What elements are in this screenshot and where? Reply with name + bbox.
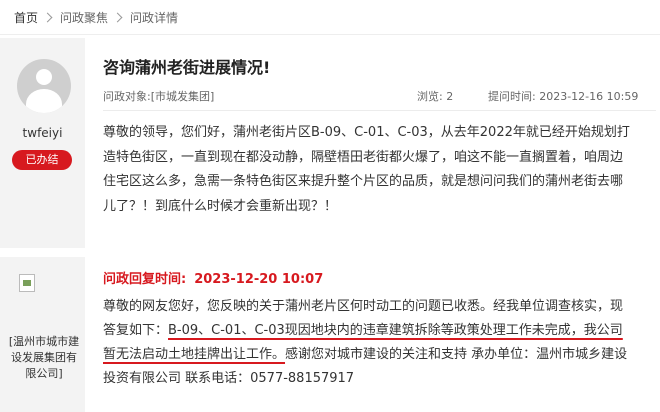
question-target: 问政对象:[市城发集团] [103,88,214,104]
breadcrumb-focus[interactable]: 问政聚焦 [60,9,108,26]
asker-username: twfeiyi [22,126,63,140]
question-body: 尊敬的领导，您们好，蒲州老街片区B-09、C-01、C-03，从去年2022年就… [103,125,630,214]
responder-sidebar: [温州市城市建设发展集团有限公司] [0,257,85,412]
question-time-value: 2023-12-16 10:59 [539,90,639,103]
reply-body: 尊敬的网友您好，您反映的关于蒲州老片区何时动工的问题已收悉。经我单位调查核实，现… [103,295,631,391]
view-count-label: 浏览: [417,90,443,103]
question-target-label: 问政对象: [103,90,151,103]
question-content: 咨询蒲州老街进展情况! 问政对象:[市城发集团] 浏览: 2 提问时间: 202… [86,38,660,248]
question-target-value: [市城发集团] [150,90,215,103]
status-badge: 已办结 [12,150,72,170]
asker-sidebar: twfeiyi 已办结 [0,38,85,248]
user-avatar-icon [17,59,71,113]
breadcrumb: 首页 问政聚焦 问政详情 [0,0,660,35]
broken-image-icon [19,274,41,296]
chevron-right-icon [112,12,123,22]
view-count-value: 2 [446,90,454,103]
reply-content: 问政回复时间: 2023-12-20 10:07 尊敬的网友您好，您反映的关于蒲州… [86,257,660,412]
chevron-right-icon [42,12,53,22]
reply-time-value: 2023-12-20 10:07 [194,272,324,287]
breadcrumb-detail: 问政详情 [130,10,179,25]
question-time-label: 提问时间: [488,90,536,103]
divider [103,110,656,111]
question-title: 咨询蒲州老街进展情况! [103,58,271,77]
breadcrumb-home[interactable]: 首页 [14,9,38,26]
question-time: 提问时间: 2023-12-16 10:59 [488,88,638,104]
reply-header: 问政回复时间: 2023-12-20 10:07 [103,268,323,287]
responder-org-name: [温州市城市建设发展集团有限公司] [8,335,80,380]
question-post: twfeiyi 已办结 咨询蒲州老街进展情况! 问政对象:[市城发集团] 浏览:… [0,38,660,248]
reply-time-label: 问政回复时间: [103,272,187,287]
view-count: 浏览: 2 [417,88,453,104]
reply-post: [温州市城市建设发展集团有限公司] 问政回复时间: 2023-12-20 10:0… [0,257,660,412]
